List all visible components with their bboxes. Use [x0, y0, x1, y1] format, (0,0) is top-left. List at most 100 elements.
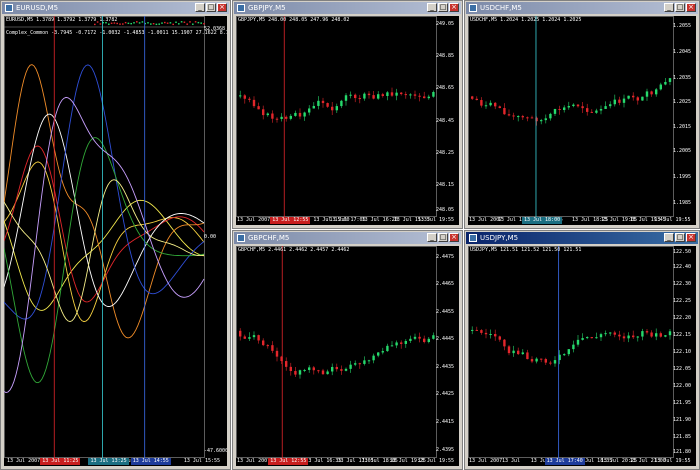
candle [558, 108, 561, 111]
minimize-icon[interactable]: _ [195, 3, 205, 12]
price-candle [180, 21, 183, 23]
price-scale-label: 121.95 [673, 399, 692, 406]
chart-window-gbpchf[interactable]: GBPCHF,M5 _ □ × GBPCHF,M5 2.4461 2.4462 2.44… [232, 230, 463, 470]
price-candle [189, 21, 191, 23]
candle [280, 116, 283, 119]
price-candle [169, 22, 172, 24]
close-icon[interactable]: × [686, 233, 696, 242]
candle [358, 363, 361, 365]
time-scale-label: 13 Jul 2007 [237, 217, 271, 223]
time-cursor-marker[interactable]: 13 Jul 12:55 [268, 458, 309, 465]
window-titlebar[interactable]: GBPJPY,M5 _ □ × [234, 2, 461, 14]
candle [655, 333, 658, 337]
close-icon[interactable]: × [217, 3, 227, 12]
price-scale-label: 1.2045 [673, 49, 692, 56]
price-scale-label: 121.85 [673, 433, 692, 440]
candle [636, 97, 639, 101]
minimize-icon[interactable]: _ [664, 233, 674, 242]
time-cursor-marker[interactable]: 13 Jul 17:40 [544, 458, 585, 465]
window-title: EURUSD,M5 [16, 4, 59, 12]
maximize-icon[interactable]: □ [206, 3, 216, 12]
candle [248, 98, 251, 100]
candle [622, 98, 626, 103]
price-scale-label: 0.00 [204, 234, 217, 240]
candle [498, 336, 501, 340]
candle [432, 91, 435, 97]
price-candle [166, 22, 169, 24]
window-buttons: _ □ × [664, 3, 696, 12]
price-candle [200, 22, 202, 24]
close-icon[interactable]: × [449, 3, 459, 12]
time-cursor-marker[interactable]: 13 Jul 14:55 [130, 458, 171, 465]
price-scale-label: 122.30 [673, 281, 692, 288]
candle [427, 338, 430, 343]
price-candle [127, 22, 130, 25]
window-titlebar[interactable]: GBPCHF,M5 _ □ × [234, 232, 461, 244]
candle [540, 120, 543, 122]
indicator-line [4, 145, 205, 303]
candle [530, 117, 534, 119]
candle [517, 116, 520, 118]
maximize-icon[interactable]: □ [438, 233, 448, 242]
window-titlebar[interactable]: USDJPY,M5 _ □ × [466, 232, 698, 244]
maximize-icon[interactable]: □ [675, 233, 685, 242]
price-scale-label: 122.05 [673, 365, 692, 372]
chart-plot-area[interactable]: GBPCHF,M5 2.4461 2.4462 2.4457 2.4462 2.4… [236, 246, 459, 466]
candle [622, 336, 626, 339]
chart-window-eurusd[interactable]: EURUSD,M5 _ □ × EURUSD,M5 1.3789 1.3792 1.37… [0, 0, 231, 470]
chart-canvas [4, 16, 205, 458]
candle [540, 358, 543, 360]
candle [567, 106, 570, 108]
close-icon[interactable]: × [449, 233, 459, 242]
price-scale-label: 248.15 [436, 181, 455, 188]
candle [427, 96, 430, 99]
candle [471, 329, 474, 331]
time-cursor-marker[interactable]: 13 Jul 18:00 [521, 217, 563, 224]
minimize-icon[interactable]: _ [427, 233, 437, 242]
chart-window-icon [237, 4, 245, 12]
time-cursor-marker[interactable]: 13 Jul 13:25 [88, 458, 129, 465]
minimize-icon[interactable]: _ [427, 3, 437, 12]
time-scale-label: 13 Jul 19:55 [417, 217, 455, 223]
chart-plot-area[interactable]: USDJPY,M5 121.51 121.52 121.50 121.51 122… [468, 246, 696, 466]
chart-window-gbpjpy[interactable]: GBPJPY,M5 _ □ × GBPJPY,M5 248.00 248.05 247.… [232, 0, 463, 229]
candle [586, 108, 589, 112]
candle [521, 352, 524, 355]
chart-window-usdchf[interactable]: USDCHF,M5 _ □ × USDCHF,M5 1.2024 1.2025 1.20… [464, 0, 700, 229]
candle [294, 112, 297, 116]
candle [581, 338, 584, 340]
candle [604, 333, 607, 335]
maximize-icon[interactable]: □ [438, 3, 448, 12]
candle [367, 93, 371, 96]
chart-plot-area[interactable]: EURUSD,M5 1.3789 1.3792 1.3779 1.3782 Com… [4, 16, 227, 466]
price-candle [141, 21, 144, 23]
chart-window-icon [469, 4, 477, 12]
candle [494, 102, 497, 107]
candle [289, 115, 292, 119]
candle [599, 108, 603, 111]
time-cursor-marker[interactable]: 13 Jul 11:25 [40, 458, 81, 465]
candle [484, 332, 488, 335]
candle [636, 336, 639, 338]
candle [586, 337, 589, 339]
candle [553, 360, 557, 364]
candle [326, 103, 329, 107]
window-buttons: _ □ × [427, 3, 459, 12]
candle [409, 338, 412, 341]
window-titlebar[interactable]: USDCHF,M5 _ □ × [466, 2, 698, 14]
chart-plot-area[interactable]: USDCHF,M5 1.2024 1.2025 1.2024 1.2025 1.2… [468, 16, 696, 225]
candle [381, 351, 384, 353]
chart-window-usdjpy[interactable]: USDJPY,M5 _ □ × USDJPY,M5 121.51 121.52 121.… [464, 230, 700, 470]
close-icon[interactable]: × [686, 3, 696, 12]
candle [335, 366, 338, 370]
minimize-icon[interactable]: _ [664, 3, 674, 12]
candle [659, 84, 662, 90]
chart-plot-area[interactable]: GBPJPY,M5 248.00 248.05 247.96 248.02 249… [236, 16, 459, 225]
price-scale-label: 2.4445 [436, 336, 455, 343]
maximize-icon[interactable]: □ [675, 3, 685, 12]
price-candle [186, 23, 188, 25]
time-cursor-marker[interactable]: 13 Jul 12:55 [270, 217, 311, 224]
window-titlebar[interactable]: EURUSD,M5 _ □ × [2, 2, 229, 14]
candle [363, 360, 366, 364]
price-candle [194, 21, 197, 23]
